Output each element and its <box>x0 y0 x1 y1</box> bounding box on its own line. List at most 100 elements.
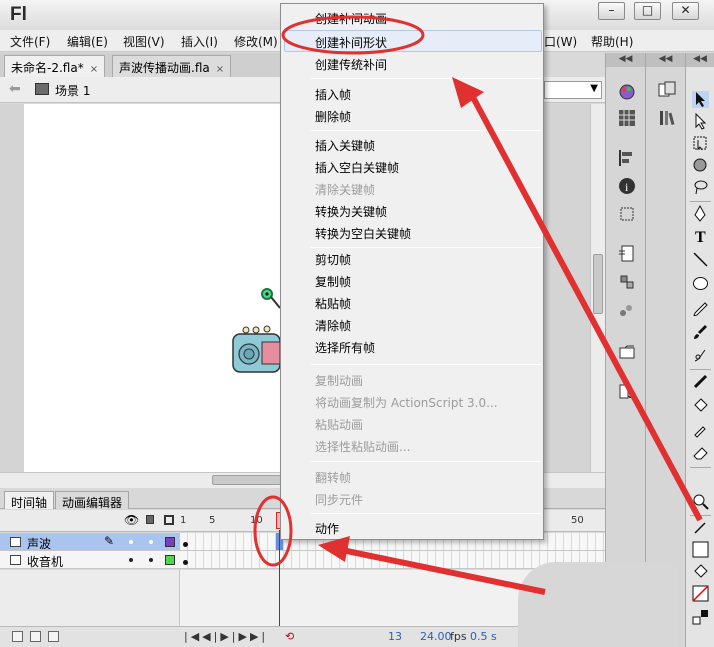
keyframe[interactable] <box>183 542 188 547</box>
doc-tab-soundwave[interactable]: 声波传播动画.fla × <box>112 55 232 77</box>
menu-item-create-shape-tween[interactable]: 创建补间形状 <box>315 34 387 51</box>
scroll-thumb[interactable] <box>212 475 282 485</box>
eraser-icon[interactable] <box>692 445 709 462</box>
motion-presets-icon[interactable] <box>618 301 636 319</box>
layer-color-swatch[interactable] <box>165 555 175 565</box>
new-folder-icon[interactable] <box>30 631 41 642</box>
tab-motion-editor[interactable]: 动画编辑器 <box>55 491 130 510</box>
menu-help[interactable]: 帮助(H) <box>591 33 633 50</box>
keyframe[interactable] <box>183 560 188 565</box>
zoom-dropdown[interactable]: ▼ <box>544 81 602 99</box>
tab-timeline[interactable]: 时间轴 <box>4 491 55 510</box>
align-icon[interactable] <box>618 149 636 167</box>
menu-item-clear-frames[interactable]: 清除帧 <box>315 317 351 334</box>
scroll-thumb[interactable] <box>593 254 603 314</box>
menu-view[interactable]: 视图(V) <box>123 33 165 50</box>
new-layer-icon[interactable] <box>12 631 23 642</box>
menu-insert[interactable]: 插入(I) <box>181 33 218 50</box>
collapse-panel-icon[interactable]: ◀◀ <box>606 53 645 67</box>
radio-artwork[interactable] <box>24 104 281 472</box>
minimize-button[interactable]: – <box>598 2 625 20</box>
color-palette-icon[interactable] <box>618 83 636 101</box>
eyedropper-icon[interactable] <box>692 421 709 438</box>
collapse-panel-icon[interactable]: ◀◀ <box>686 53 714 67</box>
menu-item-convert-to-keyframe[interactable]: 转换为关键帧 <box>315 203 387 220</box>
brush-icon[interactable] <box>692 323 709 340</box>
selection-tool-icon[interactable] <box>692 91 709 108</box>
subselection-tool-icon[interactable] <box>692 113 709 130</box>
deco-icon[interactable] <box>692 347 709 364</box>
back-arrow-icon[interactable]: ⬅ <box>9 81 21 97</box>
info-icon[interactable]: i <box>618 177 636 195</box>
layer-name[interactable]: 声波 <box>27 535 51 552</box>
menu-item-insert-keyframe[interactable]: 插入关键帧 <box>315 137 375 154</box>
current-frame[interactable]: 13 <box>388 630 402 643</box>
restore-button[interactable]: □ <box>634 2 661 20</box>
stroke-color-icon[interactable] <box>692 519 709 536</box>
pencil-icon[interactable] <box>692 299 709 316</box>
menu-edit[interactable]: 编辑(E) <box>67 33 108 50</box>
eye-icon[interactable]: 👁 <box>124 513 139 527</box>
properties-panel-icon[interactable] <box>658 81 676 99</box>
transform-icon[interactable] <box>618 205 636 223</box>
swap-colors-icon[interactable] <box>692 609 709 626</box>
close-tab-icon[interactable]: × <box>216 64 224 75</box>
lasso-icon[interactable] <box>692 179 709 196</box>
close-tab-icon[interactable]: × <box>90 64 98 75</box>
menu-item-paste-frames[interactable]: 粘贴帧 <box>315 295 351 312</box>
center-frame-icon[interactable]: ⟲ <box>285 630 294 643</box>
visibility-dot[interactable] <box>129 540 133 544</box>
project-icon[interactable] <box>618 343 636 361</box>
stage-canvas[interactable] <box>24 104 281 472</box>
menu-item-select-all-frames[interactable]: 选择所有帧 <box>315 339 375 356</box>
lock-dot[interactable] <box>149 540 153 544</box>
menu-item-insert-frame[interactable]: 插入帧 <box>315 86 351 103</box>
menu-separator <box>311 78 541 79</box>
swatches-icon[interactable] <box>618 109 636 127</box>
pen-icon[interactable] <box>692 205 709 222</box>
fill-swatch[interactable] <box>692 585 709 602</box>
menu-file[interactable]: 文件(F) <box>10 33 50 50</box>
menu-item-delete-frame[interactable]: 删除帧 <box>315 108 351 125</box>
collapse-panel-icon[interactable]: ◀◀ <box>646 53 685 67</box>
paint-bucket-icon[interactable] <box>692 397 709 414</box>
lock-dot[interactable] <box>149 558 153 562</box>
3d-rotation-icon[interactable] <box>692 157 709 174</box>
layer-color-swatch[interactable] <box>165 537 175 547</box>
layer-row-radio[interactable]: 收音机 <box>0 551 605 569</box>
frame-rate[interactable]: 24.00 <box>420 630 452 643</box>
code-snippets-icon[interactable] <box>618 245 636 263</box>
free-transform-icon[interactable] <box>692 135 709 152</box>
layer-name[interactable]: 收音机 <box>27 553 63 570</box>
zoom-icon[interactable] <box>692 493 709 510</box>
menu-item-create-classic-tween[interactable]: 创建传统补间 <box>315 56 387 73</box>
delete-layer-icon[interactable] <box>48 631 59 642</box>
elapsed-time[interactable]: 0.5 s <box>470 630 497 643</box>
layer-icon <box>10 537 21 547</box>
menu-item-convert-to-blank-keyframe[interactable]: 转换为空白关键帧 <box>315 225 411 242</box>
menu-item-cut-frames[interactable]: 剪切帧 <box>315 251 351 268</box>
menu-item-create-motion-tween[interactable]: 创建补间动画 <box>315 10 387 27</box>
stroke-swatch[interactable] <box>692 541 709 558</box>
components-icon[interactable] <box>618 273 636 291</box>
fill-color-icon[interactable] <box>692 563 709 580</box>
vertical-scrollbar[interactable] <box>590 104 605 472</box>
lock-icon[interactable] <box>146 515 154 524</box>
library-panel-icon[interactable] <box>658 109 676 127</box>
playback-controls[interactable]: |◀◀|▶|▶▶| <box>184 630 268 643</box>
menu-window[interactable]: 口(W) <box>544 33 577 50</box>
scene-label[interactable]: 场景 1 <box>55 82 90 99</box>
visibility-dot[interactable] <box>129 558 133 562</box>
menu-item-copy-frames[interactable]: 复制帧 <box>315 273 351 290</box>
close-button[interactable]: ✕ <box>672 2 699 20</box>
menu-modify[interactable]: 修改(M) <box>234 33 278 50</box>
behaviors-icon[interactable]: 3 <box>618 383 636 401</box>
oval-tool-icon[interactable] <box>692 275 709 292</box>
line-tool-icon[interactable] <box>692 251 709 268</box>
bone-icon[interactable] <box>692 373 709 390</box>
menu-item-insert-blank-keyframe[interactable]: 插入空白关键帧 <box>315 159 399 176</box>
text-tool-icon[interactable]: T <box>692 227 709 244</box>
menu-item-actions[interactable]: 动作 <box>315 520 339 537</box>
outline-icon[interactable] <box>164 515 174 525</box>
doc-tab-untitled[interactable]: 未命名-2.fla* × <box>4 55 106 77</box>
